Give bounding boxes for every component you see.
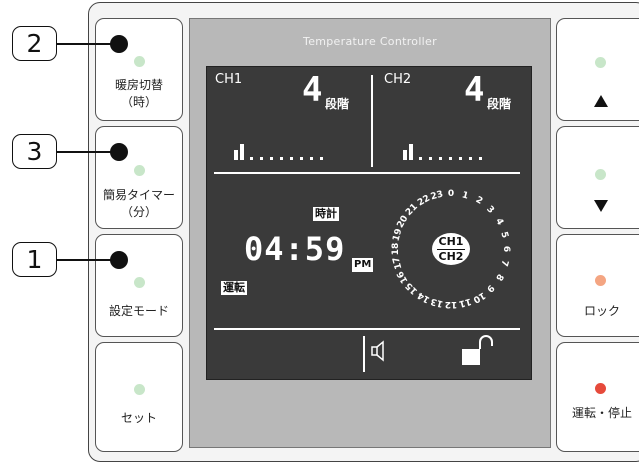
heating-switch-label: 暖房切替 — [114, 78, 163, 92]
set-button[interactable]: セット — [95, 342, 183, 452]
ch1-level-dot — [260, 157, 263, 160]
set-label: セット — [120, 411, 157, 425]
callout-2-dot — [110, 35, 128, 53]
clock-time: 04:59 — [244, 230, 346, 268]
ch1-level-bar-2 — [240, 144, 244, 160]
set-led — [134, 384, 145, 395]
channel-select-ch2: CH2 — [438, 250, 464, 263]
run-stop-led — [595, 383, 606, 394]
down-led — [595, 169, 606, 180]
callout-3-line — [57, 151, 113, 153]
callout-1-line — [57, 259, 113, 261]
ch1-level-unit: 段階 — [325, 97, 350, 111]
up-button[interactable] — [556, 18, 639, 121]
speaker-icon — [371, 340, 384, 362]
ch1-level-dot — [320, 157, 323, 160]
down-button[interactable] — [556, 126, 639, 229]
timer-dial: 0 1 2 3 4 5 6 7 8 9 10 11 12 13 14 15 16 17 18 19 20 21 22 23 C… — [385, 185, 525, 325]
simple-timer-sublabel: （分） — [120, 205, 157, 219]
ch1-level-bar-1 — [234, 150, 238, 160]
heating-switch-sublabel: （時） — [120, 95, 157, 109]
down-triangle-icon — [594, 200, 608, 212]
ch1-label: CH1 — [215, 72, 243, 87]
simple-timer-label: 簡易タイマー — [102, 188, 175, 202]
callout-1-dot — [110, 251, 128, 269]
channel-select-ch1: CH1 — [438, 235, 464, 248]
heating-switch-led — [134, 56, 145, 67]
up-triangle-icon — [594, 95, 608, 107]
ch2-level-dot — [459, 157, 462, 160]
clock-tag: 時計 — [313, 207, 339, 221]
setting-mode-label: 設定モード — [108, 304, 169, 318]
panel-title: Temperature Controller — [303, 35, 437, 48]
setting-mode-button[interactable]: 設定モード — [95, 234, 183, 337]
ch2-level-bar-1 — [403, 150, 407, 160]
ch2-label: CH2 — [384, 72, 412, 87]
ch2-level-digit: 4 — [464, 70, 485, 110]
lock-label: ロック — [583, 304, 620, 318]
ch1-level-dot — [310, 157, 313, 160]
simple-timer-led — [134, 165, 145, 176]
ch2-level-unit: 段階 — [487, 97, 512, 111]
ch2-level-dot — [419, 157, 422, 160]
ch1-level-dot — [270, 157, 273, 160]
callout-1: 1 — [12, 242, 57, 277]
ch1-level-dot — [250, 157, 253, 160]
run-stop-button[interactable]: 運転・停止 — [556, 342, 639, 452]
ch2-level-dot — [439, 157, 442, 160]
ch1-level-dot — [290, 157, 293, 160]
lcd-divider-vertical — [363, 336, 365, 372]
unlocked-padlock-icon — [462, 335, 493, 365]
ampm-tag: PM — [352, 258, 374, 272]
callout-2-line — [57, 43, 113, 45]
up-led — [595, 57, 606, 68]
lock-button[interactable]: ロック — [556, 234, 639, 337]
dial-hour-label: 23 — [429, 189, 445, 203]
callout-3-dot — [110, 143, 128, 161]
run-tag: 運転 — [221, 281, 247, 295]
setting-mode-led — [134, 277, 145, 288]
channel-divider — [371, 75, 373, 167]
lcd-divider-top — [214, 172, 520, 174]
simple-timer-button[interactable]: 簡易タイマー （分） — [95, 126, 183, 229]
ch2-level-dot — [479, 157, 482, 160]
ch2-level-bar-2 — [409, 144, 413, 160]
callout-3: 3 — [12, 134, 57, 169]
ch1-level-digit: 4 — [302, 70, 323, 110]
callout-2: 2 — [12, 26, 57, 61]
lcd-divider-bottom — [214, 328, 520, 330]
ch2-level-dot — [469, 157, 472, 160]
run-stop-label: 運転・停止 — [571, 406, 632, 420]
ch2-level-dot — [429, 157, 432, 160]
lock-led — [595, 275, 606, 286]
ch1-level-dot — [300, 157, 303, 160]
ch1-level-dot — [280, 157, 283, 160]
ch2-level-dot — [449, 157, 452, 160]
heating-switch-button[interactable]: 暖房切替 （時） — [95, 18, 183, 121]
